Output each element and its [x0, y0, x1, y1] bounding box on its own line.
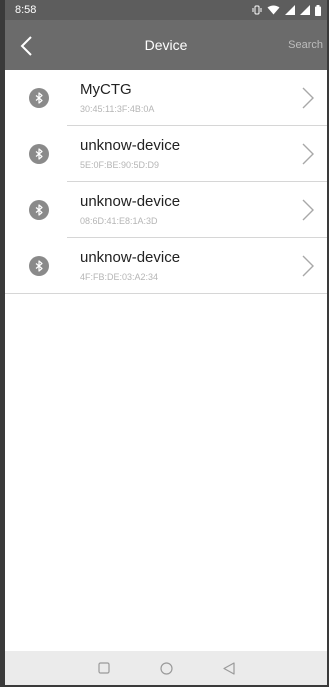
device-row[interactable]: MyCTG 30:45:11:3F:4B:0A — [5, 70, 327, 126]
device-mac-address: 08:6D:41:E8:1A:3D — [80, 216, 158, 226]
back-triangle-icon[interactable] — [222, 661, 235, 675]
bluetooth-icon — [29, 144, 49, 164]
device-row[interactable]: unknow-device 5E:0F:BE:90:5D:D9 — [5, 126, 327, 182]
signal-icon — [300, 5, 310, 15]
system-nav-bar — [5, 651, 327, 685]
page-title: Device — [144, 37, 188, 53]
device-row[interactable]: unknow-device 4F:FB:DE:03:A2:34 — [5, 238, 327, 294]
battery-icon — [315, 4, 321, 16]
status-bar: 8:58 — [5, 0, 327, 20]
device-mac-address: 30:45:11:3F:4B:0A — [80, 104, 155, 114]
screen: 8:58 Device Search MyCTG 30:45:11:3F:4B:… — [0, 0, 329, 687]
device-mac-address: 5E:0F:BE:90:5D:D9 — [80, 160, 160, 170]
chevron-right-icon — [301, 255, 315, 277]
bluetooth-icon — [29, 256, 49, 276]
vibrate-icon — [252, 5, 262, 15]
recents-square-icon[interactable] — [97, 662, 110, 674]
device-name: unknow-device — [80, 249, 181, 266]
wifi-icon — [267, 5, 280, 15]
chevron-right-icon — [301, 199, 315, 221]
chevron-right-icon — [301, 143, 315, 165]
search-button[interactable]: Search — [288, 20, 323, 70]
device-row[interactable]: unknow-device 08:6D:41:E8:1A:3D — [5, 182, 327, 238]
chevron-right-icon — [301, 87, 315, 109]
home-circle-icon[interactable] — [159, 661, 173, 675]
app-bar: Device Search — [5, 20, 327, 70]
device-name: unknow-device — [80, 193, 181, 210]
status-icons — [252, 4, 321, 16]
bluetooth-icon — [29, 88, 49, 108]
device-name: MyCTG — [80, 81, 132, 98]
bluetooth-icon — [29, 200, 49, 220]
back-chevron-icon[interactable] — [15, 35, 37, 57]
device-list: MyCTG 30:45:11:3F:4B:0A unknow-device 5E… — [5, 70, 327, 294]
device-mac-address: 4F:FB:DE:03:A2:34 — [80, 272, 159, 282]
status-time: 8:58 — [15, 4, 37, 16]
signal-icon — [285, 5, 295, 15]
device-name: unknow-device — [80, 137, 181, 154]
